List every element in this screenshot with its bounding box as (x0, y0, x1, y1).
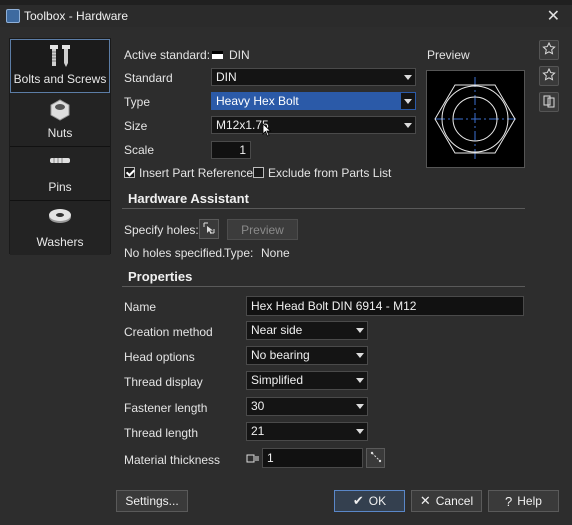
thread-length-select[interactable]: 21 (246, 422, 368, 441)
name-input[interactable]: Hex Head Bolt DIN 6914 - M12 (246, 296, 524, 316)
nut-icon (47, 97, 73, 126)
thread-length-value: 21 (251, 424, 265, 438)
creation-method-select[interactable]: Near side (246, 321, 368, 340)
preview-pane (426, 70, 525, 168)
copy-icon (542, 94, 556, 111)
ok-label: OK (368, 494, 387, 508)
section-divider (122, 286, 525, 287)
hardware-assistant-title: Hardware Assistant (128, 191, 249, 206)
holes-type-value: None (261, 246, 290, 260)
chevron-down-icon (353, 322, 367, 338)
toolbox-dialog: Bolts and Screws Nuts Pins Washers Activ… (0, 27, 572, 525)
measure-button[interactable] (366, 448, 385, 468)
copy-button[interactable] (539, 92, 559, 112)
size-value: M12x1.75 (216, 118, 269, 132)
chevron-down-icon (353, 398, 367, 414)
category-washers[interactable]: Washers (10, 201, 110, 255)
standard-select[interactable]: DIN (211, 68, 416, 86)
active-standard-label: Active standard: (124, 48, 211, 62)
fastener-length-label: Fastener length (124, 401, 208, 415)
chevron-down-icon (401, 93, 415, 109)
help-icon: ? (505, 493, 513, 509)
material-thickness-label: Material thickness (124, 453, 221, 467)
cancel-label: Cancel (435, 494, 474, 508)
creation-method-value: Near side (251, 323, 303, 337)
bolt-preview-drawing (434, 77, 516, 161)
category-label: Nuts (47, 126, 73, 140)
holes-type-label: Type: (224, 246, 254, 260)
category-label: Pins (48, 180, 72, 194)
head-options-value: No bearing (251, 348, 310, 362)
pin-icon (46, 151, 74, 176)
size-select[interactable]: M12x1.75 (211, 116, 416, 134)
help-button[interactable]: ? Help (488, 490, 559, 512)
assistant-preview-button[interactable]: Preview (227, 219, 298, 240)
favorites-button[interactable] (539, 66, 559, 86)
head-options-select[interactable]: No bearing (246, 346, 368, 365)
thread-display-select[interactable]: Simplified (246, 371, 368, 390)
star-plus-icon (542, 41, 556, 59)
thread-display-label: Thread display (124, 375, 203, 389)
chevron-down-icon (353, 423, 367, 439)
category-bolts-and-screws[interactable]: Bolts and Screws (10, 39, 110, 93)
insert-part-reference-label: Insert Part Reference (139, 166, 254, 180)
fastener-length-value: 30 (251, 399, 265, 413)
exclude-parts-list-label: Exclude from Parts List (268, 166, 392, 180)
scale-input[interactable]: 1 (211, 141, 251, 159)
mouse-cursor-icon (262, 123, 272, 140)
chevron-down-icon (353, 372, 367, 388)
material-link-icon (246, 453, 260, 465)
scale-label: Scale (124, 143, 155, 157)
star-icon (542, 67, 556, 85)
help-label: Help (517, 494, 542, 508)
ok-button[interactable]: ✔ OK (334, 490, 405, 512)
holes-status: No holes specified. (124, 246, 226, 260)
cancel-button[interactable]: ✕ Cancel (411, 490, 482, 512)
specify-holes-label: Specify holes: (124, 223, 199, 237)
section-divider (122, 208, 525, 209)
type-value: Heavy Hex Bolt (216, 94, 299, 108)
app-icon (6, 9, 20, 23)
head-options-label: Head options (124, 350, 195, 364)
thread-display-value: Simplified (251, 373, 304, 387)
creation-method-label: Creation method (124, 325, 213, 339)
type-label: Type (124, 95, 151, 109)
standard-value: DIN (216, 70, 237, 84)
add-favorite-button[interactable] (539, 40, 559, 60)
active-standard-value: DIN (229, 48, 250, 62)
category-label: Washers (36, 235, 84, 249)
category-nuts[interactable]: Nuts (10, 93, 110, 147)
washer-icon (47, 205, 73, 230)
exclude-parts-list-checkbox[interactable] (253, 167, 264, 178)
select-holes-button[interactable] (199, 219, 219, 239)
bolts-icon (47, 44, 73, 71)
properties-title: Properties (128, 269, 193, 284)
category-label: Bolts and Screws (13, 72, 107, 86)
flag-icon (212, 51, 223, 59)
select-cursor-icon (202, 221, 216, 238)
name-label: Name (124, 300, 157, 314)
window-title: Toolbox - Hardware (24, 9, 129, 23)
category-pins[interactable]: Pins (10, 147, 110, 201)
fastener-length-select[interactable]: 30 (246, 397, 368, 416)
chevron-down-icon (401, 69, 415, 85)
title-bar: Toolbox - Hardware ✕ (0, 5, 572, 27)
thread-length-label: Thread length (124, 426, 199, 440)
type-select[interactable]: Heavy Hex Bolt (211, 92, 416, 110)
category-list: Bolts and Screws Nuts Pins Washers (9, 38, 111, 255)
material-thickness-input[interactable]: 1 (262, 448, 363, 468)
close-button[interactable]: ✕ (547, 6, 560, 26)
settings-button[interactable]: Settings... (116, 490, 188, 512)
close-icon: ✕ (419, 493, 431, 508)
size-label: Size (124, 119, 148, 133)
standard-label: Standard (124, 71, 173, 85)
check-icon: ✔ (352, 493, 364, 508)
insert-part-reference-checkbox[interactable] (124, 167, 135, 178)
chevron-down-icon (353, 347, 367, 363)
chevron-down-icon (401, 117, 415, 133)
preview-label: Preview (427, 48, 470, 62)
measure-icon (370, 451, 382, 466)
